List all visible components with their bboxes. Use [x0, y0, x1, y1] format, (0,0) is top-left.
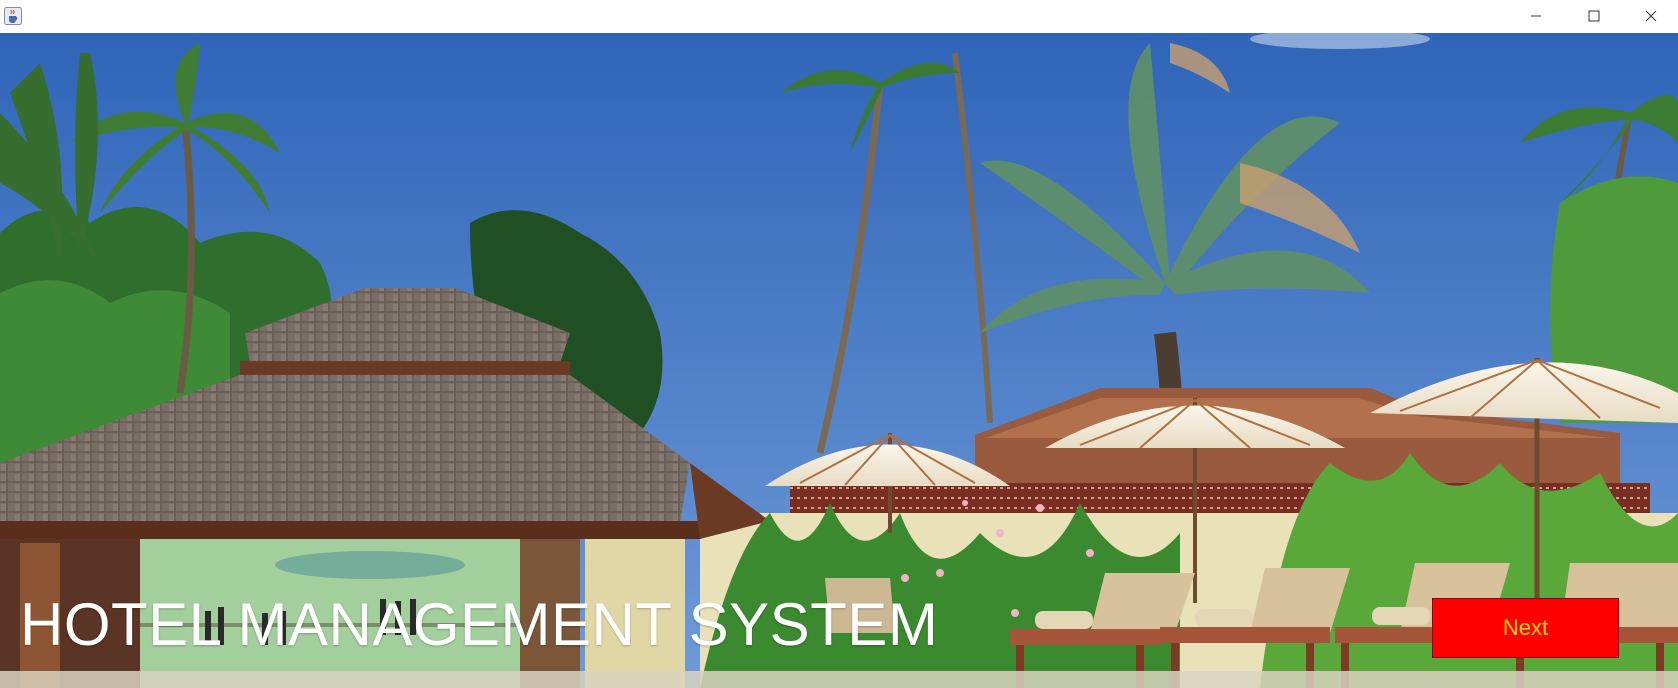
window-title-bar [0, 0, 1678, 33]
hotel-resort-photo [0, 33, 1678, 688]
maximize-icon [1588, 8, 1600, 26]
close-button[interactable] [1622, 0, 1678, 33]
close-icon [1645, 8, 1657, 26]
main-panel: HOTEL MANAGEMENT SYSTEM Next [0, 33, 1678, 688]
minimize-button[interactable] [1507, 0, 1564, 33]
minimize-icon [1530, 8, 1542, 26]
java-cup-icon[interactable] [4, 7, 22, 25]
next-button[interactable]: Next [1432, 598, 1619, 658]
maximize-button[interactable] [1565, 0, 1622, 33]
app-title: HOTEL MANAGEMENT SYSTEM [20, 591, 939, 658]
